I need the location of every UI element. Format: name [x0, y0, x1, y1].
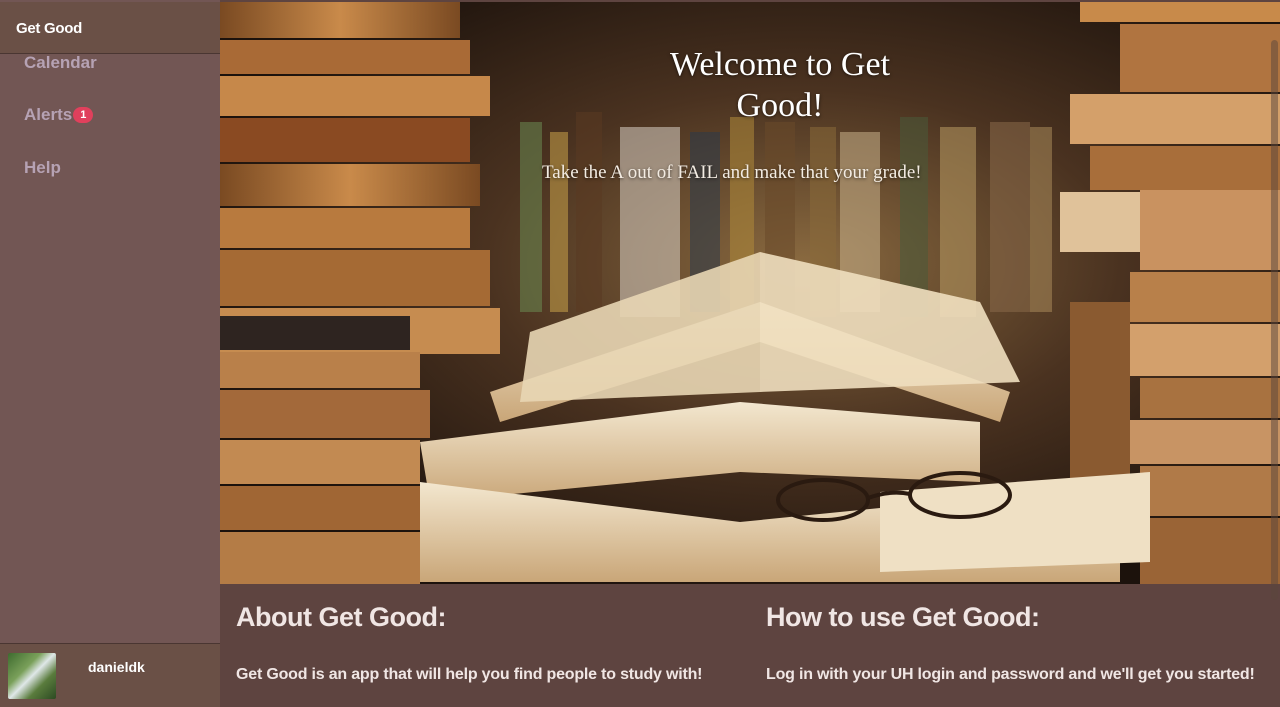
sidebar-item-alerts[interactable]: Alerts 1: [24, 105, 94, 125]
sidebar-item-label: Calendar: [24, 53, 97, 72]
about-title: About Get Good:: [236, 602, 446, 632]
brand-bar[interactable]: Get Good: [0, 2, 220, 54]
username: danieldk: [88, 659, 145, 675]
alerts-count-badge: 1: [73, 107, 94, 123]
sidebar-item-calendar[interactable]: Calendar: [24, 53, 97, 73]
sidebar-item-label: Help: [24, 158, 61, 177]
sidebar-item-help[interactable]: Help: [24, 158, 61, 178]
hero-subtitle: Take the A out of FAIL and make that you…: [542, 162, 922, 183]
page-scrollbar[interactable]: [1271, 40, 1278, 600]
brand-label[interactable]: Get Good: [16, 20, 82, 37]
hero-banner: Welcome to Get Good! Take the A out of F…: [220, 2, 1280, 584]
about-text: Get Good is an app that will help you fi…: [236, 666, 703, 683]
howto-title: How to use Get Good:: [766, 602, 1040, 632]
avatar[interactable]: [8, 653, 56, 699]
hero-title-text: Welcome to Get Good!: [669, 46, 891, 124]
user-profile-bar[interactable]: danieldk: [0, 643, 220, 707]
howto-text: Log in with your UH login and password a…: [766, 666, 1255, 683]
hero-title: Welcome to Get Good!: [220, 44, 1280, 126]
sidebar: Get Good Calendar Alerts 1 Help danieldk: [0, 0, 220, 707]
sidebar-item-label: Alerts: [24, 105, 73, 124]
